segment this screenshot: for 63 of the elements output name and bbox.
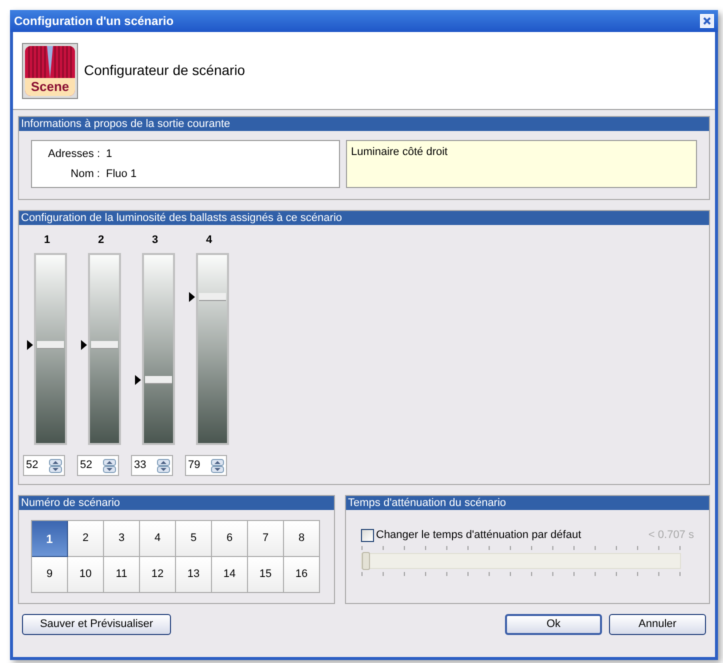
spin-arrows-icon [49, 458, 62, 472]
field-value: 52 [80, 458, 92, 474]
spin-arrows-icon [103, 458, 116, 472]
slider-thumb[interactable] [37, 341, 64, 349]
close-icon [702, 16, 712, 26]
scenario-tab[interactable]: 16 [284, 557, 320, 593]
brightness-slider[interactable] [142, 253, 175, 445]
channel-label: 2 [98, 233, 104, 247]
scenario-tab[interactable]: 3 [104, 521, 140, 557]
number-field[interactable]: 52 [23, 455, 65, 476]
scenario-tab[interactable]: 4 [140, 521, 176, 557]
description-field[interactable]: Luminaire côté droit [346, 140, 697, 188]
scenario-tab[interactable]: 9 [32, 557, 68, 593]
field-label: Adresses : [47, 146, 100, 162]
scenario-tab[interactable]: 7 [248, 521, 284, 557]
channel-label: 4 [206, 233, 212, 247]
scenario-tab[interactable]: 14 [212, 557, 248, 593]
window-title: Configuration d'un scénario [14, 13, 174, 30]
close-button[interactable] [700, 14, 714, 28]
brightness-slider[interactable] [196, 253, 229, 445]
spin-arrows-icon [211, 458, 224, 472]
panel-title: Configuration de la luminosité des ballasts assignés à ce scénario [19, 211, 709, 225]
number-field[interactable]: 79 [185, 455, 227, 476]
scenario-tab[interactable]: 12 [140, 557, 176, 593]
panel-title: Numéro de scénario [19, 496, 334, 510]
scenario-tab[interactable]: 1 [32, 521, 68, 557]
number-field[interactable]: 52 [77, 455, 119, 476]
scenario-tab[interactable]: 13 [176, 557, 212, 593]
field-value: Fluo 1 [106, 167, 137, 182]
header-title: Configurateur de scénario [84, 61, 246, 80]
dialog-button[interactable]: Sauver et Prévisualiser [22, 614, 171, 635]
panel-title: Informations à propos de la sortie courante [19, 117, 709, 131]
field-value: 1 [106, 146, 112, 162]
slider-thumb[interactable] [199, 293, 226, 301]
brightness-slider[interactable] [88, 253, 121, 445]
channel-label: 1 [44, 233, 50, 247]
scenario-tab[interactable]: 2 [68, 521, 104, 557]
dialog-button[interactable]: Annuler [609, 614, 706, 635]
field-value: 52 [26, 458, 38, 474]
curtain-icon [25, 46, 75, 78]
scenario-tab[interactable]: 8 [284, 521, 320, 557]
scenario-tab[interactable]: 15 [248, 557, 284, 593]
checkbox-label: Changer le temps d'atténuation par défaut [376, 528, 582, 543]
field-value: 79 [188, 458, 200, 474]
scenario-tab[interactable]: 10 [68, 557, 104, 593]
brightness-slider[interactable] [34, 253, 67, 445]
panel-title: Temps d'atténuation du scénario [346, 496, 709, 510]
spin-arrows-icon [157, 458, 170, 472]
number-field[interactable]: 33 [131, 455, 173, 476]
scenario-tab[interactable]: 11 [104, 557, 140, 593]
slider-thumb[interactable] [145, 376, 172, 384]
slider-thumb[interactable] [362, 552, 370, 570]
checkbox[interactable] [361, 528, 374, 542]
channel-label: 3 [152, 233, 158, 247]
slider-thumb[interactable] [91, 341, 118, 349]
field-value: 33 [134, 458, 146, 474]
fade-time-reading: < 0.707 s [648, 528, 694, 543]
scenario-tab[interactable]: 6 [212, 521, 248, 557]
fade-time-slider[interactable] [361, 552, 681, 568]
scenario-tab[interactable]: 5 [176, 521, 212, 557]
logo-text: Scene [25, 78, 75, 96]
field-label: Nom : [70, 167, 100, 182]
dialog-button[interactable]: Ok [505, 614, 602, 635]
